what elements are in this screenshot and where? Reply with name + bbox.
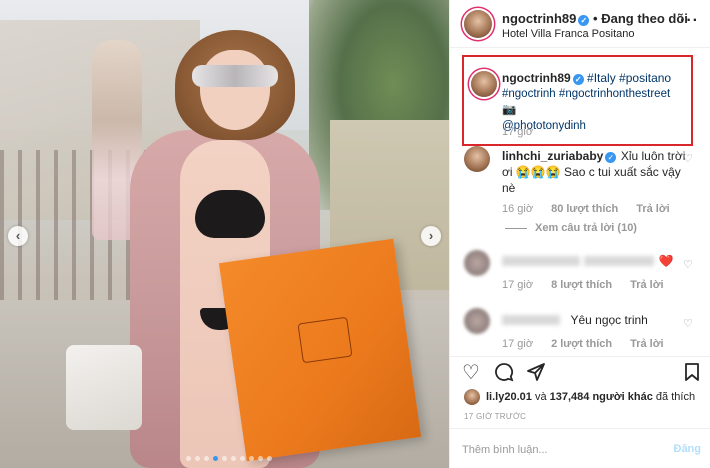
comment-username[interactable]: linhchi_zuriababy bbox=[502, 149, 603, 163]
photo-sunglasses bbox=[192, 65, 278, 87]
post-side-panel: ngoctrinh89 ✓ • Đang theo dõi Hotel Villa… bbox=[449, 0, 710, 468]
carousel-dot bbox=[267, 456, 272, 461]
comment-meta: 16 giờ 80 lượt thích Trả lời bbox=[502, 203, 670, 215]
comment-body: ❤️ bbox=[502, 253, 673, 269]
caption-author-line: ngoctrinh89 ✓ #Italy #positano bbox=[502, 71, 671, 85]
comment-body: linhchi_zuriababy ✓ Xỉu luôn trời ơi 😭😭😭 … bbox=[502, 148, 688, 196]
hashtag-link[interactable]: #Italy bbox=[587, 71, 616, 85]
comment-likes-count[interactable]: 8 lượt thích bbox=[551, 279, 612, 291]
comment-input[interactable] bbox=[462, 441, 652, 459]
photo-white-handbag bbox=[66, 345, 142, 430]
comment-like-heart-icon[interactable]: ♡ bbox=[683, 258, 693, 271]
post-comment-button[interactable]: Đăng bbox=[674, 443, 702, 455]
post-header: ngoctrinh89 ✓ • Đang theo dõi Hotel Villa… bbox=[450, 0, 710, 48]
caption-author-avatar[interactable] bbox=[471, 71, 497, 97]
carousel-dot-active bbox=[213, 456, 218, 461]
comment-text: Yêu ngọc trinh bbox=[570, 313, 648, 327]
hashtag-link[interactable]: #ngoctrinhonthestreet bbox=[559, 88, 670, 100]
carousel-dots bbox=[186, 456, 272, 461]
verified-badge-icon: ✓ bbox=[572, 74, 584, 85]
chevron-right-icon[interactable]: › bbox=[421, 226, 441, 246]
camera-emoji: 📷 bbox=[502, 104, 517, 116]
verified-badge-icon: ✓ bbox=[578, 15, 590, 26]
post-timestamp[interactable]: 17 GIỜ TRƯỚC bbox=[464, 412, 526, 421]
separator-dot: • bbox=[593, 11, 598, 26]
liker-avatar[interactable] bbox=[464, 389, 480, 405]
carousel-dot bbox=[231, 456, 236, 461]
likes-count[interactable]: 137,484 người khác bbox=[550, 391, 653, 403]
comment-likes-count[interactable]: 80 lượt thích bbox=[551, 203, 618, 215]
comment-text-line: nè bbox=[502, 181, 516, 195]
likes-summary: li.ly20.01 và 137,484 người khác đã thíc… bbox=[486, 391, 695, 403]
carousel-dot bbox=[195, 456, 200, 461]
commenter-avatar[interactable] bbox=[464, 146, 490, 172]
carousel-dot bbox=[249, 456, 254, 461]
comment-like-heart-icon[interactable]: ♡ bbox=[683, 152, 693, 165]
caption-timestamp[interactable]: 17 giờ bbox=[502, 126, 533, 138]
comment-username-blurred[interactable] bbox=[502, 255, 580, 266]
author-line: ngoctrinh89 ✓ • Đang theo dõi bbox=[502, 11, 688, 26]
location-link[interactable]: Hotel Villa Franca Positano bbox=[502, 28, 634, 40]
carousel-dot bbox=[240, 456, 245, 461]
commenter-avatar[interactable] bbox=[464, 250, 490, 276]
bookmark-icon[interactable] bbox=[684, 362, 700, 387]
carousel-dot bbox=[222, 456, 227, 461]
hashtag-link[interactable]: #positano bbox=[619, 71, 671, 85]
follow-status-button[interactable]: Đang theo dõi bbox=[601, 11, 688, 26]
commenter-avatar[interactable] bbox=[464, 308, 490, 334]
comment-timestamp[interactable]: 17 giờ bbox=[502, 279, 533, 291]
heart-emoji: ❤️ bbox=[658, 254, 674, 268]
carousel-dot bbox=[258, 456, 263, 461]
likes-connector: và bbox=[534, 391, 547, 403]
comment-likes-count[interactable]: 2 lượt thích bbox=[551, 338, 612, 350]
likes-suffix: đã thích bbox=[655, 391, 696, 403]
post-photo[interactable]: ‹ › bbox=[0, 0, 449, 468]
photo-face bbox=[200, 50, 270, 130]
comment-body: Yêu ngọc trinh bbox=[502, 312, 648, 328]
comment-text-line: ơi 😭😭😭 Sao c tui xuất sắc vậy bbox=[502, 165, 681, 179]
comment-timestamp[interactable]: 16 giờ bbox=[502, 203, 533, 215]
reply-button[interactable]: Trả lời bbox=[630, 338, 664, 350]
more-options-icon[interactable]: ··· bbox=[680, 12, 699, 30]
share-icon[interactable] bbox=[526, 362, 546, 387]
photo-bag-logo bbox=[297, 316, 353, 364]
comment-meta: 17 giờ 8 lượt thích Trả lời bbox=[502, 279, 664, 291]
liker-username[interactable]: li.ly20.01 bbox=[486, 391, 532, 403]
comment-timestamp[interactable]: 17 giờ bbox=[502, 338, 533, 350]
reply-button[interactable]: Trả lời bbox=[630, 279, 664, 291]
author-avatar[interactable] bbox=[464, 10, 492, 38]
reply-button[interactable]: Trả lời bbox=[636, 203, 670, 215]
action-bar: ♡ bbox=[450, 356, 710, 386]
verified-badge-icon: ✓ bbox=[605, 152, 617, 163]
carousel-dot bbox=[186, 456, 191, 461]
comment-username-blurred[interactable] bbox=[502, 314, 560, 325]
author-username[interactable]: ngoctrinh89 bbox=[502, 11, 576, 26]
caption-username[interactable]: ngoctrinh89 bbox=[502, 71, 571, 85]
add-comment-bar: Đăng bbox=[450, 428, 710, 468]
comment-like-heart-icon[interactable]: ♡ bbox=[683, 317, 693, 330]
carousel-dot bbox=[204, 456, 209, 461]
comment-icon[interactable] bbox=[494, 362, 514, 387]
comment-username-blurred bbox=[584, 255, 654, 266]
hashtag-link[interactable]: #ngoctrinh bbox=[502, 88, 556, 100]
chevron-left-icon[interactable]: ‹ bbox=[8, 226, 28, 246]
replies-divider bbox=[505, 227, 527, 229]
comment-meta: 17 giờ 2 lượt thích Trả lời bbox=[502, 338, 664, 350]
view-replies-button[interactable]: Xem câu trả lời (10) bbox=[535, 222, 637, 234]
heart-icon[interactable]: ♡ bbox=[462, 362, 480, 384]
photo-top bbox=[195, 190, 265, 238]
comment-text-line: Xỉu luôn trời bbox=[620, 149, 686, 163]
view-replies-row[interactable]: Xem câu trả lời (10) bbox=[505, 222, 637, 234]
